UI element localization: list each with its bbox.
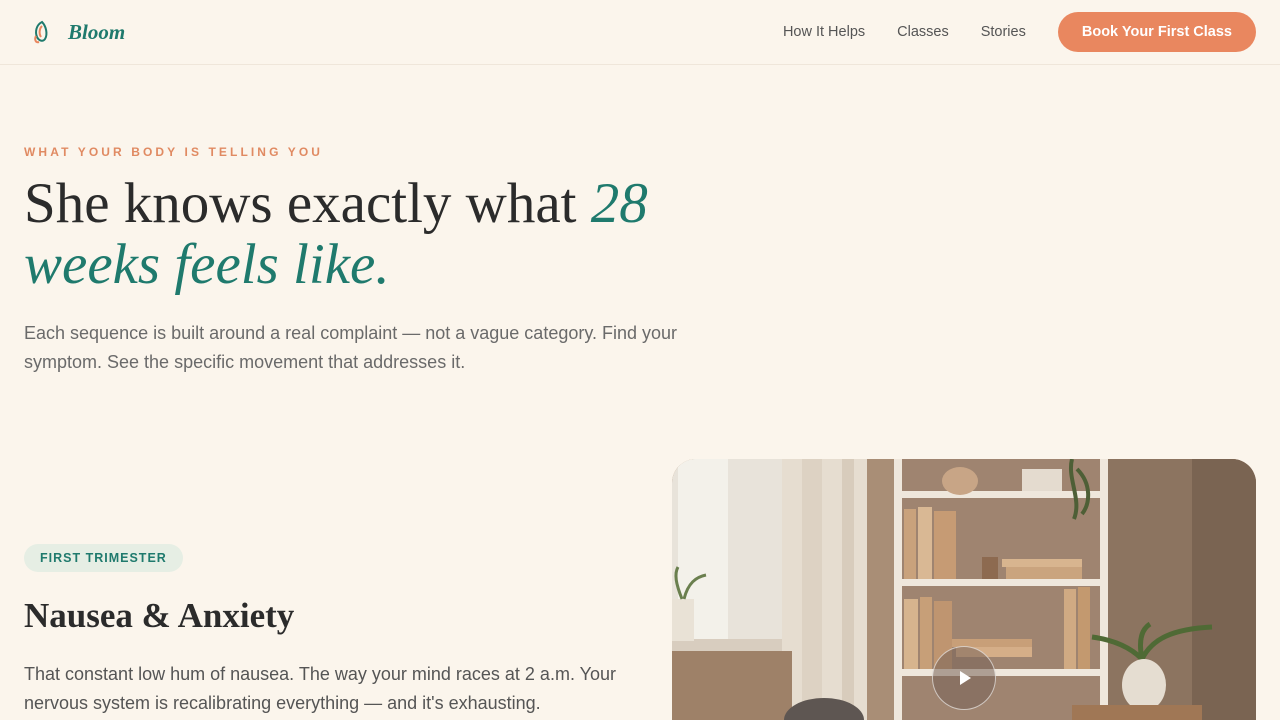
site-header: Bloom How It Helps Classes Stories Book … — [0, 0, 1280, 65]
brand-logo[interactable]: Bloom — [28, 18, 125, 46]
bloom-leaf-icon — [28, 18, 56, 46]
hero-headline: She knows exactly what 28 weeks feels li… — [24, 173, 724, 295]
nav-link-stories[interactable]: Stories — [981, 24, 1026, 40]
hero-eyebrow: WHAT YOUR BODY IS TELLING YOU — [24, 145, 324, 159]
nav-link-classes[interactable]: Classes — [897, 24, 949, 40]
play-button[interactable] — [932, 646, 996, 710]
hero-subcopy: Each sequence is built around a real com… — [24, 323, 678, 372]
symptom-title: Nausea & Anxiety — [24, 596, 295, 635]
brand-name: Bloom — [68, 20, 126, 44]
play-icon — [960, 671, 971, 685]
headline-plain: She knows exactly what — [24, 172, 591, 235]
class-video[interactable] — [672, 459, 1256, 720]
symptom-description: That constant low hum of nausea. The way… — [24, 664, 616, 713]
nav-link-how-it-helps[interactable]: How It Helps — [783, 24, 865, 40]
main-nav: How It Helps Classes Stories Book Your F… — [783, 0, 1256, 64]
book-first-class-button[interactable]: Book Your First Class — [1057, 12, 1256, 52]
trimester-badge: FIRST TRIMESTER — [24, 544, 183, 572]
